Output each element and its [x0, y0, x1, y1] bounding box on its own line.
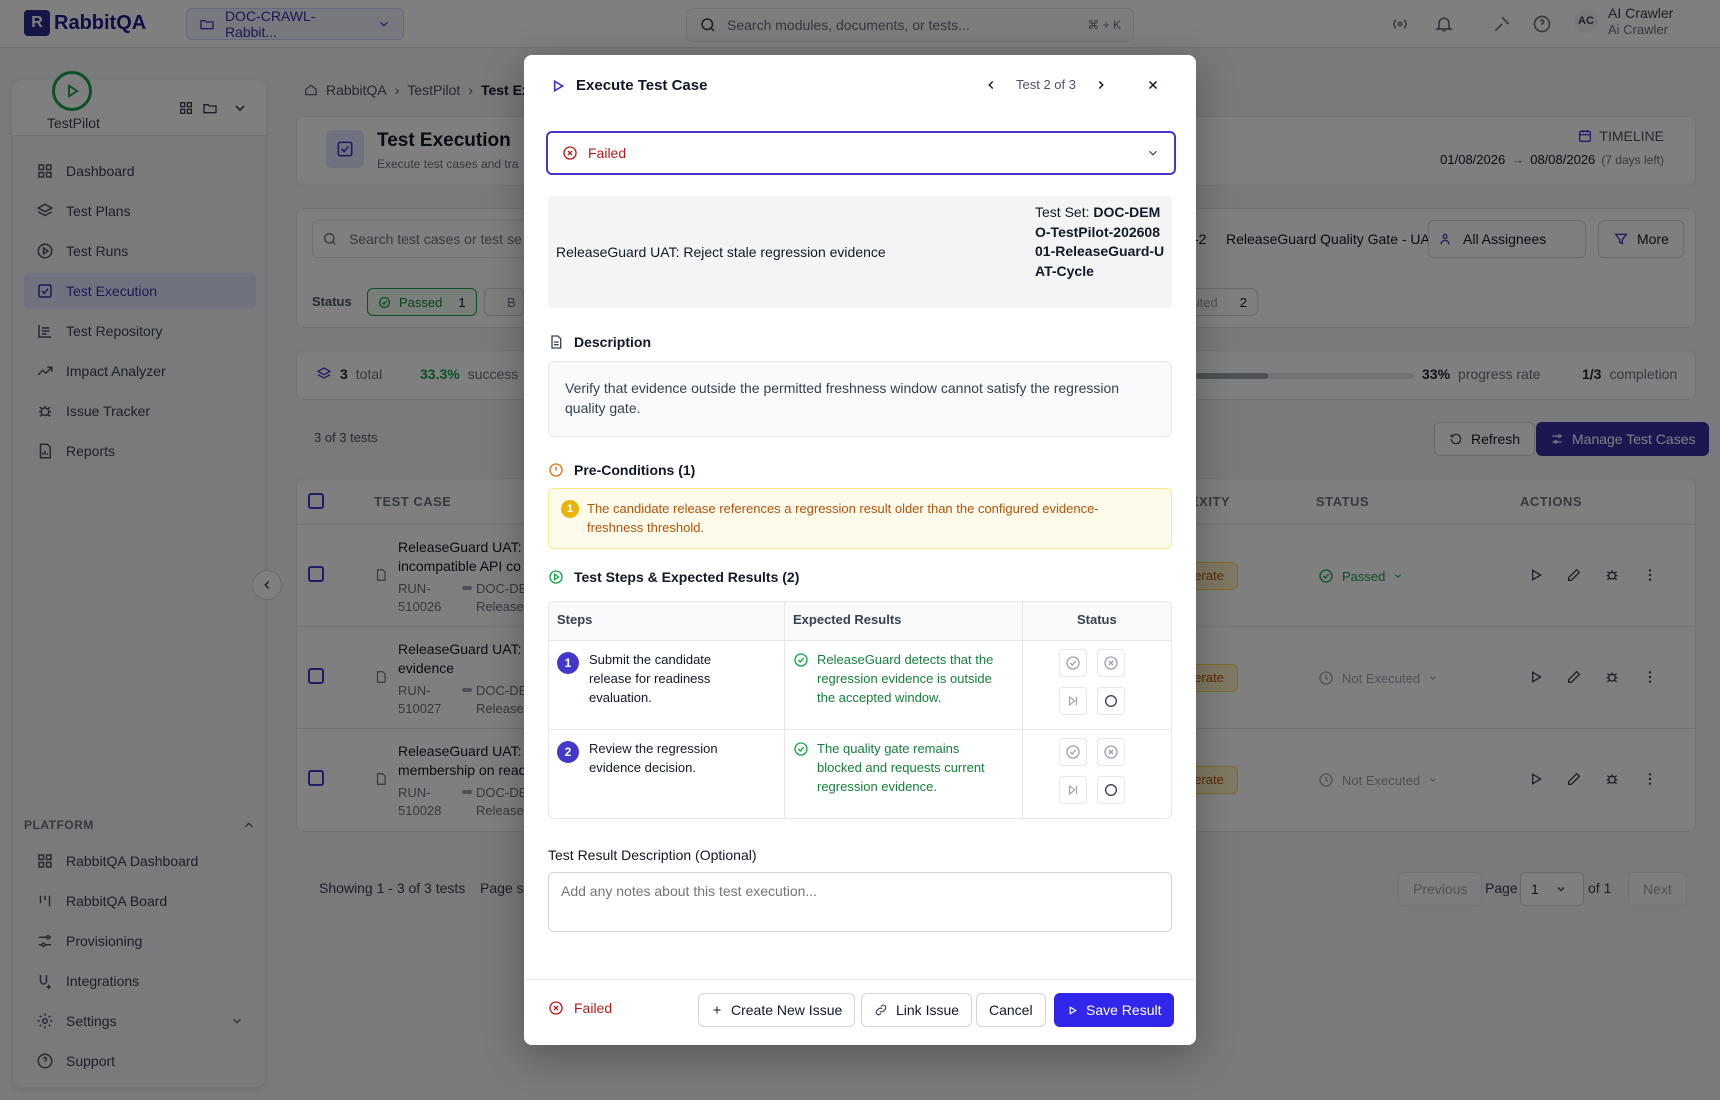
chevron-down-icon [1149, 150, 1157, 156]
test-position: Test 2 of 3 [1016, 77, 1076, 92]
execute-test-case-modal: Execute Test Case Test 2 of 3 Failed Rel… [524, 55, 1196, 1045]
precondition-item: 1 The candidate release references a reg… [548, 488, 1172, 549]
step-fail-button[interactable] [1097, 649, 1125, 677]
expected-result-text: ReleaseGuard detects that the regression… [817, 652, 994, 705]
step-number: 2 [557, 741, 579, 763]
chevron-right-icon[interactable] [1094, 78, 1108, 92]
step-pass-button[interactable] [1059, 649, 1087, 677]
save-result-label: Save Result [1086, 1002, 1162, 1018]
result-description-input[interactable] [548, 872, 1172, 932]
link-issue-label: Link Issue [896, 1002, 960, 1018]
status-select-value: Failed [588, 145, 627, 161]
modal-title: Execute Test Case [550, 77, 707, 94]
step-reset-button[interactable] [1097, 687, 1125, 715]
steps-title: Test Steps & Expected Results (2) [574, 569, 800, 585]
alert-circle-icon [549, 463, 563, 477]
row-divider [549, 640, 1171, 641]
create-issue-button[interactable]: Create New Issue [698, 993, 856, 1027]
plus-icon [713, 1006, 721, 1014]
cancel-button[interactable]: Cancel [976, 993, 1046, 1027]
col-divider [784, 602, 785, 818]
footer-status: Failed [548, 1000, 612, 1016]
col-expected: Expected Results [793, 612, 902, 627]
save-result-button[interactable]: Save Result [1054, 993, 1175, 1027]
chevron-left-icon[interactable] [984, 78, 998, 92]
preconditions-title: Pre-Conditions (1) [574, 462, 696, 478]
check-circle-icon [794, 653, 808, 667]
modal-title-text: Execute Test Case [576, 77, 708, 94]
link-issue-button[interactable]: Link Issue [861, 993, 973, 1027]
play-circle-icon [549, 570, 563, 584]
check-circle-icon [794, 742, 808, 756]
col-status: Status [1077, 612, 1117, 627]
modal-footer: Failed Create New Issue Link Issue Cance… [524, 979, 1196, 1045]
x-circle-icon [563, 146, 577, 160]
steps-table: Steps Expected Results Status 1 Submit th… [548, 601, 1172, 819]
skip-icon [1068, 784, 1078, 796]
result-description-label: Test Result Description (Optional) [548, 847, 757, 863]
precondition-text: The candidate release references a regre… [587, 501, 1099, 535]
precondition-number: 1 [561, 500, 579, 518]
skip-icon [1068, 695, 1078, 707]
description-heading: Description [548, 334, 651, 350]
row-divider [549, 729, 1171, 730]
expected-result-text: The quality gate remains blocked and req… [817, 741, 985, 794]
close-icon[interactable] [1146, 78, 1160, 92]
x-circle-icon [1104, 656, 1118, 670]
test-set-info: Test Set: DOC-DEMO-TestPilot-20260801-Re… [1035, 203, 1165, 281]
col-divider [1022, 602, 1023, 818]
step-skip-button[interactable] [1059, 687, 1087, 715]
check-circle-icon [1066, 745, 1080, 759]
step-pass-button[interactable] [1059, 738, 1087, 766]
play-icon [1069, 1005, 1077, 1015]
step-text: Submit the candidate release for readine… [589, 652, 712, 705]
status-select[interactable]: Failed [546, 131, 1176, 175]
x-circle-icon [549, 1001, 563, 1015]
play-icon [553, 79, 565, 92]
col-steps: Steps [557, 612, 593, 627]
test-navigator: Test 2 of 3 [984, 77, 1160, 92]
steps-heading: Test Steps & Expected Results (2) [548, 569, 799, 585]
link-icon [875, 1004, 887, 1016]
step-reset-button[interactable] [1097, 776, 1125, 804]
cancel-label: Cancel [989, 1002, 1033, 1018]
description-title: Description [574, 334, 652, 350]
check-circle-icon [1066, 656, 1080, 670]
step-text: Review the regression evidence decision. [589, 741, 718, 775]
x-circle-icon [1104, 745, 1118, 759]
test-case-name: ReleaseGuard UAT: Reject stale regressio… [556, 244, 886, 260]
description-text: Verify that evidence outside the permitt… [548, 361, 1172, 437]
step-fail-button[interactable] [1097, 738, 1125, 766]
test-set-label: Test Set: [1035, 204, 1090, 220]
circle-icon [1105, 695, 1117, 707]
circle-icon [1105, 784, 1117, 796]
preconditions-heading: Pre-Conditions (1) [548, 462, 695, 478]
step-skip-button[interactable] [1059, 776, 1087, 804]
step-number: 1 [557, 652, 579, 674]
document-icon [551, 335, 562, 349]
create-issue-label: Create New Issue [731, 1002, 843, 1018]
footer-status-label: Failed [574, 1000, 613, 1016]
